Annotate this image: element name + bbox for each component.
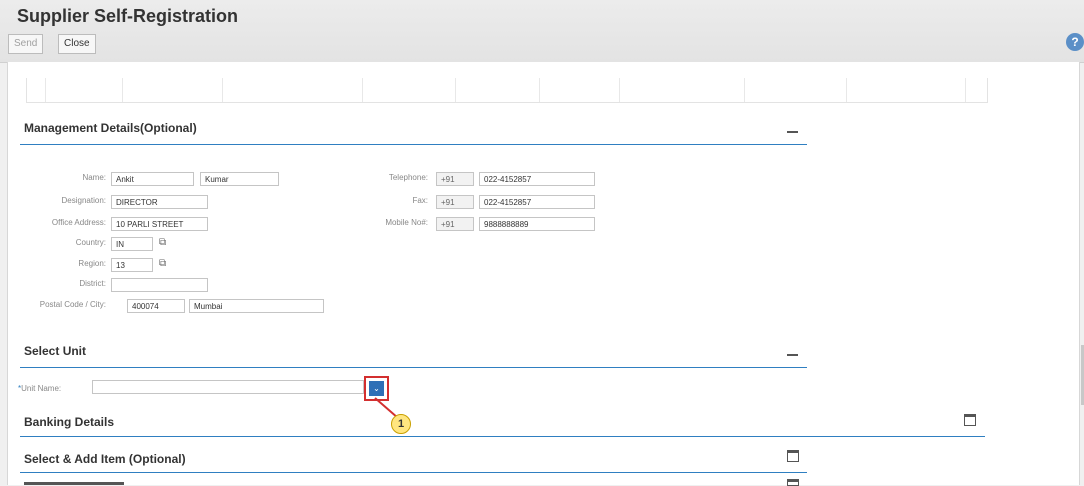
mobile-code-field: +91 [436, 217, 474, 231]
office-address-field[interactable]: 10 PARLI STREET [111, 217, 208, 231]
telephone-code-field: +91 [436, 172, 474, 186]
designation-label: Designation: [61, 196, 106, 205]
fax-field[interactable]: 022-4152857 [479, 195, 595, 209]
app-title: Supplier Self-Registration [17, 6, 239, 26]
app-header: Supplier Self-Registration Send Close ? [0, 0, 1084, 63]
country-label: Country: [75, 238, 106, 247]
section-divider [20, 144, 807, 145]
district-label: District: [79, 279, 106, 288]
first-name-field[interactable]: Ankit [111, 172, 194, 186]
mobile-field[interactable]: 9888888889 [479, 217, 595, 231]
mobile-label: Mobile No#: [385, 218, 428, 227]
table-strip [26, 78, 988, 103]
form-content: Management Details(Optional) Name: Ankit… [7, 62, 1084, 486]
section-divider [20, 436, 985, 437]
help-icon[interactable]: ? [1066, 33, 1084, 51]
expand-icon[interactable] [964, 414, 976, 426]
expand-icon[interactable] [787, 450, 799, 462]
dropdown-chevron-icon[interactable]: ⌄ [369, 381, 384, 396]
unit-name-label-text: Unit Name: [21, 384, 62, 393]
telephone-label: Telephone: [388, 173, 428, 182]
postal-code-field[interactable]: 400074 [127, 299, 185, 313]
section-divider [20, 472, 807, 473]
city-field[interactable]: Mumbai [189, 299, 324, 313]
unit-name-label: *Unit Name: [18, 384, 94, 393]
collapse-icon[interactable] [787, 131, 798, 133]
name-label: Name: [82, 173, 106, 182]
last-name-field[interactable]: Kumar [200, 172, 279, 186]
banking-section-title: Banking Details [24, 415, 115, 429]
unit-name-input[interactable] [92, 380, 364, 394]
step-callout: 1 [391, 414, 411, 434]
office-address-label: Office Address: [51, 218, 106, 227]
region-field[interactable]: 13 [111, 258, 153, 272]
postal-city-label: Postal Code / City: [39, 300, 106, 309]
district-field[interactable] [111, 278, 208, 292]
region-label: Region: [78, 259, 106, 268]
value-help-icon[interactable]: ⧉ [159, 258, 166, 269]
section-divider [20, 367, 807, 368]
country-field[interactable]: IN [111, 237, 153, 251]
send-button[interactable]: Send [8, 34, 44, 54]
management-section-title: Management Details(Optional) [24, 121, 197, 135]
close-button[interactable]: Close [58, 34, 96, 54]
fax-code-field: +91 [436, 195, 474, 209]
telephone-field[interactable]: 022-4152857 [479, 172, 595, 186]
value-help-icon[interactable]: ⧉ [159, 237, 166, 248]
collapse-icon[interactable] [787, 354, 798, 356]
select-add-section-title: Select & Add Item (Optional) [24, 452, 186, 466]
select-unit-section-title: Select Unit [24, 344, 87, 358]
fax-label: Fax: [412, 196, 428, 205]
designation-field[interactable]: DIRECTOR [111, 195, 208, 209]
